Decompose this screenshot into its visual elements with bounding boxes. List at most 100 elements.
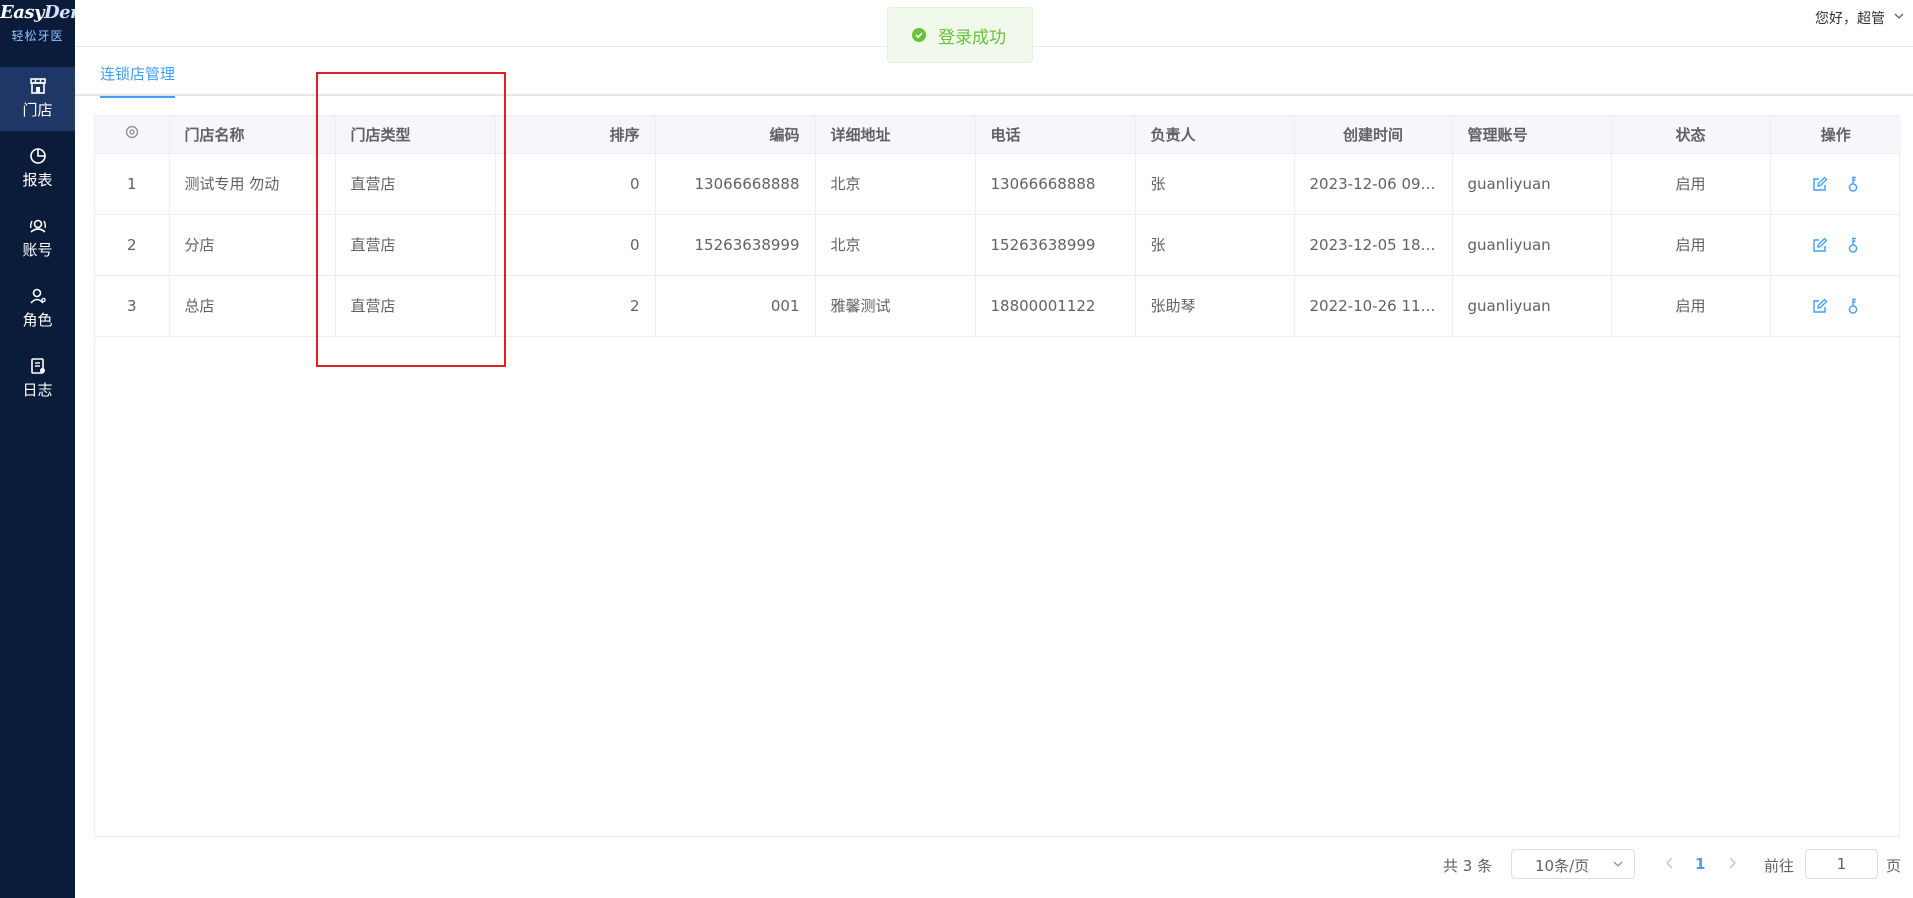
actions-cell — [1770, 275, 1901, 337]
header-address: 详细地址 — [815, 116, 976, 154]
goto-page-input[interactable] — [1805, 849, 1878, 879]
page-number-current[interactable]: 1 — [1695, 855, 1705, 873]
page-suffix-label: 页 — [1886, 857, 1902, 875]
reset-password-button[interactable] — [1846, 297, 1860, 315]
users-icon — [29, 219, 46, 233]
status-cell: 启用 — [1611, 153, 1771, 215]
header-actions: 操作 — [1770, 116, 1901, 154]
user-greeting[interactable]: 您好，超管 — [1815, 8, 1885, 28]
log-icon — [30, 358, 45, 374]
tab-chain-store-management[interactable]: 连锁店管理 — [100, 63, 176, 98]
pagination-total: 共 3 条 — [1443, 857, 1493, 875]
logo-subtitle: 轻松牙医 — [11, 29, 64, 43]
admin-account-cell: guanliyuan — [1452, 275, 1612, 337]
success-toast: 登录成功 — [887, 7, 1033, 63]
row-index: 1 — [95, 153, 170, 215]
header-store-name: 门店名称 — [169, 116, 336, 154]
header-status: 状态 — [1611, 116, 1771, 154]
owner-cell: 张助琴 — [1135, 275, 1295, 337]
address-cell: 北京 — [815, 214, 976, 276]
status-cell: 启用 — [1611, 214, 1771, 276]
sidebar-item-store[interactable]: 门店 — [0, 67, 75, 131]
header-admin-account: 管理账号 — [1452, 116, 1612, 154]
next-page-icon[interactable] — [1726, 855, 1738, 871]
header-phone: 电话 — [975, 116, 1136, 154]
sidebar: EasyDent 轻松牙医 门店 报表 账号 角色 日志 — [0, 0, 91, 898]
actions-cell — [1770, 153, 1901, 215]
row-index: 2 — [95, 214, 170, 276]
reset-password-button[interactable] — [1846, 175, 1860, 193]
store-name-cell: 测试专用 勿动 — [169, 153, 336, 215]
code-cell: 001 — [655, 275, 816, 337]
goto-label: 前往 — [1764, 857, 1795, 875]
sidebar-item-log[interactable]: 日志 — [0, 347, 75, 411]
store-type-cell: 直营店 — [335, 214, 496, 276]
logo-text: EasyDent — [0, 2, 91, 23]
chevron-down-icon — [1613, 861, 1623, 867]
app-logo: EasyDent 轻松牙医 — [0, 0, 91, 52]
store-type-cell: 直营店 — [335, 275, 496, 337]
admin-account-cell: guanliyuan — [1452, 153, 1612, 215]
column-settings-header[interactable] — [95, 116, 170, 154]
phone-cell: 18800001122 — [975, 275, 1136, 337]
sidebar-item-label: 账号 — [22, 241, 53, 259]
store-table: 门店名称 门店类型 排序 编码 详细地址 电话 负责人 创建时间 管理账号 状态… — [94, 115, 1901, 837]
actions-cell — [1770, 214, 1901, 276]
phone-cell: 13066668888 — [975, 153, 1136, 215]
edit-icon[interactable] — [1812, 176, 1828, 192]
sidebar-item-label: 门店 — [22, 101, 53, 119]
status-cell: 启用 — [1611, 275, 1771, 337]
store-type-cell: 直营店 — [335, 153, 496, 215]
prev-page-icon[interactable] — [1664, 855, 1676, 871]
edit-button[interactable] — [1812, 237, 1828, 253]
edit-button[interactable] — [1812, 298, 1828, 314]
table-row: 1 测试专用 勿动 直营店 0 13066668888 北京 130666688… — [95, 153, 1901, 215]
header-sort: 排序 — [495, 116, 656, 154]
settings-icon[interactable] — [125, 125, 139, 139]
header-store-type: 门店类型 — [335, 116, 496, 154]
address-cell: 北京 — [815, 153, 976, 215]
header-code: 编码 — [655, 116, 816, 154]
table-header-row: 门店名称 门店类型 排序 编码 详细地址 电话 负责人 创建时间 管理账号 状态… — [95, 116, 1901, 154]
key-icon[interactable] — [1846, 297, 1860, 315]
user-icon — [29, 288, 46, 304]
code-cell: 15263638999 — [655, 214, 816, 276]
created-time-cell: 2022-10-26 11:2... — [1294, 275, 1453, 337]
sort-cell: 0 — [495, 214, 656, 276]
chevron-down-icon[interactable] — [1893, 10, 1905, 22]
toast-message: 登录成功 — [938, 27, 1006, 48]
table-row: 2 分店 直营店 0 15263638999 北京 15263638999 张 … — [95, 214, 1901, 276]
sidebar-item-label: 报表 — [22, 171, 53, 189]
owner-cell: 张 — [1135, 153, 1295, 215]
phone-cell: 15263638999 — [975, 214, 1136, 276]
key-icon[interactable] — [1846, 175, 1860, 193]
store-name-cell: 总店 — [169, 275, 336, 337]
store-icon — [29, 78, 46, 94]
created-time-cell: 2023-12-06 09:2... — [1294, 153, 1453, 215]
sidebar-item-role[interactable]: 角色 — [0, 277, 75, 341]
code-cell: 13066668888 — [655, 153, 816, 215]
reset-password-button[interactable] — [1846, 236, 1860, 254]
sort-cell: 0 — [495, 153, 656, 215]
row-index: 3 — [95, 275, 170, 337]
sidebar-item-label: 日志 — [22, 381, 53, 399]
created-time-cell: 2023-12-05 18:1... — [1294, 214, 1453, 276]
key-icon[interactable] — [1846, 236, 1860, 254]
sidebar-item-label: 角色 — [22, 311, 53, 329]
sidebar-item-report[interactable]: 报表 — [0, 137, 75, 201]
header-created-time: 创建时间 — [1294, 116, 1453, 154]
check-circle-icon — [912, 28, 926, 42]
table-row: 3 总店 直营店 2 001 雅馨测试 18800001122 张助琴 2022… — [95, 275, 1901, 337]
sidebar-item-account[interactable]: 账号 — [0, 207, 75, 271]
edit-icon[interactable] — [1812, 298, 1828, 314]
store-name-cell: 分店 — [169, 214, 336, 276]
edit-button[interactable] — [1812, 176, 1828, 192]
admin-account-cell: guanliyuan — [1452, 214, 1612, 276]
owner-cell: 张 — [1135, 214, 1295, 276]
edit-icon[interactable] — [1812, 237, 1828, 253]
page-size-select[interactable]: 10条/页 — [1511, 849, 1635, 879]
header-owner: 负责人 — [1135, 116, 1295, 154]
page-size-value: 10条/页 — [1535, 857, 1590, 875]
sort-cell: 2 — [495, 275, 656, 337]
address-cell: 雅馨测试 — [815, 275, 976, 337]
